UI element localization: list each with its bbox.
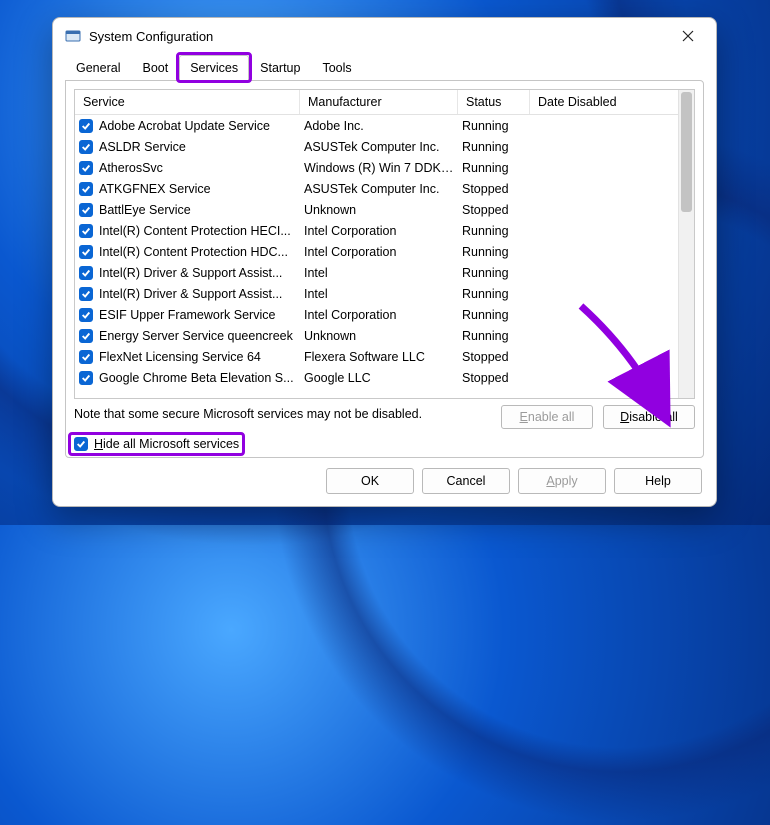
tabstrip: General Boot Services Startup Tools: [53, 54, 716, 80]
service-status: Stopped: [462, 182, 534, 196]
apply-button[interactable]: Apply: [518, 468, 606, 494]
service-manufacturer: Unknown: [304, 203, 462, 217]
service-name: Google Chrome Beta Elevation S...: [99, 371, 294, 385]
hide-microsoft-label: Hide all Microsoft services: [94, 437, 239, 451]
service-status: Running: [462, 224, 534, 238]
tab-services[interactable]: Services: [179, 55, 249, 81]
service-manufacturer: Unknown: [304, 329, 462, 343]
service-status: Stopped: [462, 203, 534, 217]
column-headers[interactable]: Service Manufacturer Status Date Disable…: [75, 90, 678, 115]
service-name: FlexNet Licensing Service 64: [99, 350, 261, 364]
header-manufacturer[interactable]: Manufacturer: [300, 90, 458, 114]
header-service[interactable]: Service: [75, 90, 300, 114]
header-date-disabled[interactable]: Date Disabled: [530, 90, 678, 114]
service-checkbox[interactable]: [79, 224, 93, 238]
service-name: BattlEye Service: [99, 203, 191, 217]
service-checkbox[interactable]: [79, 203, 93, 217]
service-status: Stopped: [462, 350, 534, 364]
table-row[interactable]: ESIF Upper Framework Service Intel Corpor…: [75, 304, 678, 325]
service-status: Running: [462, 119, 534, 133]
service-name: AtherosSvc: [99, 161, 163, 175]
service-checkbox[interactable]: [79, 371, 93, 385]
enable-all-button[interactable]: Enable all: [501, 405, 593, 429]
service-manufacturer: Intel Corporation: [304, 224, 462, 238]
service-name: Intel(R) Content Protection HECI...: [99, 224, 291, 238]
service-manufacturer: Google LLC: [304, 371, 462, 385]
service-name: Intel(R) Driver & Support Assist...: [99, 266, 282, 280]
table-row[interactable]: ATKGFNEX Service ASUSTek Computer Inc.Sto…: [75, 178, 678, 199]
tab-general[interactable]: General: [65, 55, 131, 81]
tab-boot[interactable]: Boot: [131, 55, 179, 81]
table-row[interactable]: FlexNet Licensing Service 64 Flexera Soft…: [75, 346, 678, 367]
tab-tools[interactable]: Tools: [311, 55, 362, 81]
dialog-footer: OK Cancel Apply Help: [53, 458, 716, 506]
service-manufacturer: ASUSTek Computer Inc.: [304, 140, 462, 154]
service-name: Energy Server Service queencreek: [99, 329, 293, 343]
disable-all-button[interactable]: Disable all: [603, 405, 695, 429]
service-name: ASLDR Service: [99, 140, 186, 154]
table-row[interactable]: AtherosSvc Windows (R) Win 7 DDK p...Runn…: [75, 157, 678, 178]
service-manufacturer: Intel: [304, 266, 462, 280]
table-row[interactable]: BattlEye Service UnknownStopped: [75, 199, 678, 220]
scrollbar-thumb[interactable]: [681, 92, 692, 212]
service-checkbox[interactable]: [79, 161, 93, 175]
service-manufacturer: Intel Corporation: [304, 245, 462, 259]
app-icon: [65, 28, 81, 44]
service-manufacturer: ASUSTek Computer Inc.: [304, 182, 462, 196]
service-name: Intel(R) Driver & Support Assist...: [99, 287, 282, 301]
close-button[interactable]: [668, 21, 708, 51]
secure-services-note: Note that some secure Microsoft services…: [74, 405, 491, 421]
service-checkbox[interactable]: [79, 308, 93, 322]
header-status[interactable]: Status: [458, 90, 530, 114]
table-row[interactable]: Intel(R) Driver & Support Assist... Intel…: [75, 283, 678, 304]
tab-startup[interactable]: Startup: [249, 55, 311, 81]
service-checkbox[interactable]: [79, 287, 93, 301]
table-row[interactable]: ASLDR Service ASUSTek Computer Inc.Runnin…: [75, 136, 678, 157]
service-name: ESIF Upper Framework Service: [99, 308, 275, 322]
service-checkbox[interactable]: [79, 182, 93, 196]
titlebar: System Configuration: [53, 18, 716, 54]
service-status: Running: [462, 329, 534, 343]
service-name: Adobe Acrobat Update Service: [99, 119, 270, 133]
service-manufacturer: Intel: [304, 287, 462, 301]
service-manufacturer: Intel Corporation: [304, 308, 462, 322]
service-name: Intel(R) Content Protection HDC...: [99, 245, 288, 259]
service-status: Running: [462, 308, 534, 322]
service-checkbox[interactable]: [79, 266, 93, 280]
scrollbar[interactable]: [678, 90, 694, 398]
services-pane: Service Manufacturer Status Date Disable…: [65, 80, 704, 458]
service-status: Running: [462, 161, 534, 175]
service-status: Running: [462, 287, 534, 301]
service-name: ATKGFNEX Service: [99, 182, 211, 196]
service-checkbox[interactable]: [79, 140, 93, 154]
table-row[interactable]: Intel(R) Content Protection HDC... Intel …: [75, 241, 678, 262]
service-checkbox[interactable]: [79, 119, 93, 133]
table-row[interactable]: Intel(R) Content Protection HECI... Intel…: [75, 220, 678, 241]
service-manufacturer: Flexera Software LLC: [304, 350, 462, 364]
services-list[interactable]: Service Manufacturer Status Date Disable…: [74, 89, 695, 399]
hide-microsoft-checkbox[interactable]: [74, 437, 88, 451]
service-status: Stopped: [462, 371, 534, 385]
service-status: Running: [462, 140, 534, 154]
service-checkbox[interactable]: [79, 350, 93, 364]
service-status: Running: [462, 245, 534, 259]
window-title: System Configuration: [89, 29, 213, 44]
ok-button[interactable]: OK: [326, 468, 414, 494]
table-row[interactable]: Adobe Acrobat Update Service Adobe Inc.Ru…: [75, 115, 678, 136]
service-manufacturer: Windows (R) Win 7 DDK p...: [304, 161, 462, 175]
system-configuration-window: System Configuration General Boot Servic…: [52, 17, 717, 507]
hide-microsoft-row[interactable]: Hide all Microsoft services: [74, 437, 239, 451]
service-manufacturer: Adobe Inc.: [304, 119, 462, 133]
table-row[interactable]: Google Chrome Beta Elevation S... Google …: [75, 367, 678, 388]
service-checkbox[interactable]: [79, 245, 93, 259]
table-row[interactable]: Intel(R) Driver & Support Assist... Intel…: [75, 262, 678, 283]
cancel-button[interactable]: Cancel: [422, 468, 510, 494]
table-row[interactable]: Energy Server Service queencreek UnknownR…: [75, 325, 678, 346]
help-button[interactable]: Help: [614, 468, 702, 494]
service-status: Running: [462, 266, 534, 280]
service-checkbox[interactable]: [79, 329, 93, 343]
